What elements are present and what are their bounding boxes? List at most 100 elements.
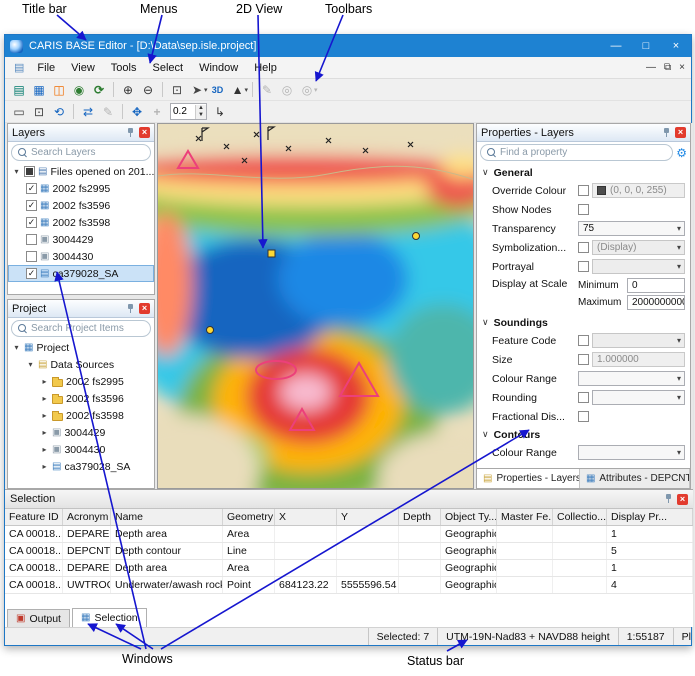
layer-item[interactable]: ▦ 2002 fs2995 xyxy=(8,180,154,197)
data-source-item[interactable]: ▸ 2002 fs2995 xyxy=(8,373,154,390)
layers-search-input[interactable] xyxy=(31,147,144,158)
chevron-down-icon[interactable]: ▾ xyxy=(245,86,249,94)
table-row[interactable]: CA 00018... DEPARE Depth area Area Geogr… xyxy=(5,560,693,577)
fractional-checkbox[interactable] xyxy=(578,411,589,422)
rounding-checkbox[interactable] xyxy=(578,392,589,403)
project-search-input[interactable] xyxy=(31,323,144,334)
menu-view[interactable]: View xyxy=(63,57,103,78)
menu-window[interactable]: Window xyxy=(191,57,246,78)
contours-colour-range-dropdown[interactable] xyxy=(578,445,685,460)
layer-checkbox[interactable] xyxy=(26,217,37,228)
transparency-dropdown[interactable]: 75 xyxy=(578,221,685,236)
zoom-in-icon[interactable]: ⊕ xyxy=(118,80,138,99)
column-header[interactable]: Acronym xyxy=(63,509,111,525)
grid-view-icon[interactable]: ▦ xyxy=(29,80,49,99)
spinner-up-icon[interactable]: ▲ xyxy=(196,105,206,112)
data-source-item[interactable]: ▸ ▤ ca379028_SA xyxy=(8,458,154,475)
tab-selection[interactable]: ▦ Selection xyxy=(72,608,147,627)
section-soundings[interactable]: ∨ Soundings xyxy=(477,314,690,331)
rounding-dropdown[interactable] xyxy=(592,390,685,405)
pin-icon[interactable] xyxy=(662,128,671,138)
show-nodes-checkbox[interactable] xyxy=(578,204,589,215)
column-header[interactable]: Feature ID xyxy=(5,509,63,525)
data-source-item[interactable]: ▸ 2002 fs3598 xyxy=(8,407,154,424)
size-checkbox[interactable] xyxy=(578,354,589,365)
open-data-icon[interactable]: ▤ xyxy=(9,80,29,99)
table-row[interactable]: CA 00018... DEPCNT Depth contour Line Ge… xyxy=(5,543,693,560)
property-search-input[interactable] xyxy=(500,147,666,158)
layers-tree-root[interactable]: ▾ ▤ Files opened on 201... xyxy=(8,163,154,180)
layer-checkbox[interactable] xyxy=(26,183,37,194)
layer-item[interactable]: ▣ 3004430 xyxy=(8,248,154,265)
pin-icon[interactable] xyxy=(126,128,135,138)
data-source-item[interactable]: ▸ 2002 fs3596 xyxy=(8,390,154,407)
pin-icon[interactable] xyxy=(126,304,135,314)
tab-attributes-depcnt[interactable]: ▦ Attributes - DEPCNT xyxy=(580,469,690,488)
layer-checkbox[interactable] xyxy=(26,234,37,245)
pin-icon[interactable] xyxy=(664,494,673,504)
override-colour-checkbox[interactable] xyxy=(578,185,589,196)
move-icon[interactable]: ✥ xyxy=(127,102,147,121)
layer-item[interactable]: ▦ 2002 fs3596 xyxy=(8,197,154,214)
mdi-restore-button[interactable]: ⧉ xyxy=(664,62,671,73)
data-source-item[interactable]: ▸ ▣ 3004429 xyxy=(8,424,154,441)
root-checkbox[interactable] xyxy=(24,166,35,177)
map-2d-view[interactable] xyxy=(157,123,474,489)
layer-item-selected[interactable]: ▤ ca379028_SA xyxy=(8,265,154,282)
gear-icon[interactable]: ⚙ xyxy=(676,147,687,159)
expander-icon[interactable]: ▸ xyxy=(40,394,49,403)
menu-tools[interactable]: Tools xyxy=(103,57,145,78)
refresh-icon[interactable]: ⟳ xyxy=(89,80,109,99)
expander-icon[interactable]: ▸ xyxy=(40,445,49,454)
menu-select[interactable]: Select xyxy=(144,57,191,78)
angle-icon[interactable]: ↳ xyxy=(210,102,230,121)
menu-help[interactable]: Help xyxy=(246,57,285,78)
expander-icon[interactable]: ▸ xyxy=(40,462,49,471)
project-tree-root[interactable]: ▾ ▦ Project xyxy=(8,339,154,356)
new-surface-icon[interactable]: ◫ xyxy=(49,80,69,99)
expander-icon[interactable]: ▾ xyxy=(26,360,35,369)
swap-arrows-icon[interactable]: ⇄ xyxy=(78,102,98,121)
column-header[interactable]: X xyxy=(275,509,337,525)
layer-item[interactable]: ▦ 2002 fs3598 xyxy=(8,214,154,231)
section-general[interactable]: ∨ General xyxy=(477,164,690,181)
portrayal-checkbox[interactable] xyxy=(578,261,589,272)
column-header[interactable]: Depth xyxy=(399,509,441,525)
data-source-item[interactable]: ▸ ▣ 3004430 xyxy=(8,441,154,458)
select-window-icon[interactable]: ▭ xyxy=(9,102,29,121)
close-icon[interactable]: × xyxy=(675,127,686,138)
layer-checkbox[interactable] xyxy=(26,251,37,262)
close-icon[interactable]: × xyxy=(139,303,150,314)
expander-icon[interactable]: ▸ xyxy=(40,411,49,420)
column-header[interactable]: Master Fe... xyxy=(497,509,553,525)
tab-properties-layers[interactable]: ▤ Properties - Layers xyxy=(477,469,580,488)
column-header[interactable]: Display Pr... xyxy=(607,509,693,525)
select-rect-icon[interactable]: ⊡ xyxy=(167,80,187,99)
close-icon[interactable]: × xyxy=(677,494,688,505)
colour-range-dropdown[interactable] xyxy=(578,371,685,386)
title-bar[interactable]: CARIS BASE Editor - [D:\Data\sep.isle.pr… xyxy=(5,35,691,57)
layer-checkbox[interactable] xyxy=(26,200,37,211)
table-row[interactable]: CA 00018... DEPARE Depth area Area Geogr… xyxy=(5,526,693,543)
close-button[interactable]: × xyxy=(661,35,691,57)
layer-item[interactable]: ▣ 3004429 xyxy=(8,231,154,248)
view-3d-icon[interactable]: 3D xyxy=(208,80,228,99)
column-header[interactable]: Collectio... xyxy=(553,509,607,525)
rotate-view-icon[interactable]: ⟲ xyxy=(49,102,69,121)
close-icon[interactable]: × xyxy=(139,127,150,138)
mdi-minimize-button[interactable]: — xyxy=(646,62,656,73)
globe-icon[interactable]: ◉ xyxy=(69,80,89,99)
chevron-down-icon[interactable]: ▾ xyxy=(204,86,208,94)
expander-icon[interactable]: ▸ xyxy=(40,377,49,386)
mdi-close-button[interactable]: × xyxy=(679,62,685,73)
table-row[interactable]: CA 00018... UWTROC Underwater/awash rock… xyxy=(5,577,693,594)
expander-icon[interactable]: ▸ xyxy=(40,428,49,437)
menu-file[interactable]: File xyxy=(29,57,63,78)
maximum-field[interactable]: 2000000000 xyxy=(627,295,685,310)
symbolization-checkbox[interactable] xyxy=(578,242,589,253)
layer-checkbox[interactable] xyxy=(26,268,37,279)
data-sources-node[interactable]: ▾ ▤ Data Sources xyxy=(8,356,154,373)
expander-icon[interactable]: ▾ xyxy=(12,167,21,176)
minimum-field[interactable]: 0 xyxy=(627,278,685,293)
column-header[interactable]: Object Ty... xyxy=(441,509,497,525)
